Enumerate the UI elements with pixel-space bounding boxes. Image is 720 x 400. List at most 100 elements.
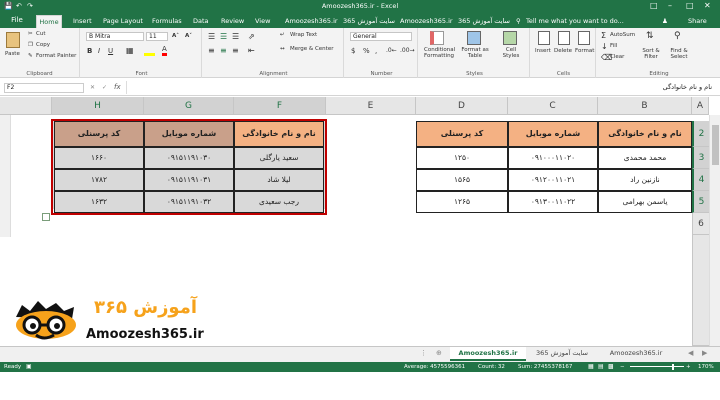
paste-icon[interactable]: [6, 32, 20, 48]
name-box[interactable]: F2: [4, 83, 84, 93]
right-cell-c3[interactable]: ۰۹۱۰۰۰۱۱۰۲۰: [508, 147, 598, 169]
comma-icon[interactable]: ,: [375, 47, 377, 55]
decrease-decimal-icon[interactable]: .00→: [400, 47, 415, 54]
tab-custom-3[interactable]: Amoozesh365.ir: [398, 15, 455, 28]
save-icon[interactable]: 💾: [4, 2, 13, 10]
tab-insert[interactable]: Insert: [71, 15, 94, 28]
right-cell-d3[interactable]: ۱۲۵۰: [416, 147, 508, 169]
bold-icon[interactable]: B: [87, 47, 92, 55]
conditional-formatting-button[interactable]: Conditional Formatting: [424, 47, 455, 59]
tab-scroll-left-icon[interactable]: ◀: [688, 349, 693, 357]
shrink-font-icon[interactable]: A˅: [185, 33, 192, 39]
normal-view-icon[interactable]: ▦: [588, 362, 594, 372]
align-middle-icon[interactable]: ☰: [220, 32, 227, 41]
underline-icon[interactable]: U: [108, 47, 113, 55]
sheet-scroll-icon[interactable]: ⋮: [420, 349, 427, 357]
fill-icon[interactable]: ↓: [601, 42, 608, 51]
row-header-6[interactable]: 6: [692, 213, 709, 235]
sheet-tab-1[interactable]: Amoozesh365.ir: [450, 347, 526, 361]
tab-file[interactable]: File: [4, 14, 30, 27]
format-painter-button[interactable]: Format Painter: [36, 53, 76, 59]
ribbon-display-icon[interactable]: □: [650, 1, 658, 10]
fill-color-icon[interactable]: [144, 48, 155, 56]
paste-button[interactable]: Paste: [5, 51, 20, 57]
increase-decimal-icon[interactable]: .0←: [386, 47, 397, 54]
row-header-2[interactable]: 2: [692, 121, 709, 147]
cell-styles-button[interactable]: Cell Styles: [500, 47, 522, 59]
right-cell-c4[interactable]: ۰۹۱۲۰۰۱۱۰۲۱: [508, 169, 598, 191]
font-size-select[interactable]: 11: [146, 32, 168, 41]
align-right-icon[interactable]: ≡: [232, 46, 239, 55]
wrap-text-icon[interactable]: ↵: [280, 32, 285, 38]
formula-enter-icon[interactable]: ✓: [102, 84, 107, 91]
share-button[interactable]: Share: [686, 15, 709, 28]
grow-font-icon[interactable]: A˄: [172, 33, 179, 39]
autosum-icon[interactable]: Σ: [601, 31, 606, 40]
wrap-text-button[interactable]: Wrap Text: [290, 32, 317, 38]
redo-icon[interactable]: ↷: [27, 2, 33, 10]
italic-icon[interactable]: I: [98, 47, 100, 55]
column-header-d[interactable]: D: [416, 97, 508, 115]
tab-home[interactable]: Home: [36, 15, 62, 28]
tell-me-icon[interactable]: ⚲: [514, 15, 523, 28]
tab-custom-2[interactable]: 365 سایت آموزش: [341, 15, 397, 28]
conditional-formatting-icon[interactable]: [430, 31, 444, 45]
maximize-icon[interactable]: □: [686, 1, 694, 10]
right-header-code[interactable]: کد پرسنلی: [416, 121, 508, 147]
right-header-mobile[interactable]: شماره موبایل: [508, 121, 598, 147]
row-header-3[interactable]: 3: [692, 147, 709, 169]
sheet-tab-2[interactable]: 365 سایت آموزش: [528, 347, 596, 361]
left-scroll-stub[interactable]: [0, 115, 11, 237]
orientation-icon[interactable]: ⇗: [248, 32, 255, 41]
column-header-f[interactable]: F: [234, 97, 326, 115]
copy-button[interactable]: Copy: [36, 42, 50, 48]
tell-me-box[interactable]: Tell me what you want to do...: [524, 15, 626, 28]
column-header-g[interactable]: G: [144, 97, 234, 115]
insert-cells-icon[interactable]: [538, 31, 550, 45]
tab-formulas[interactable]: Formulas: [150, 15, 184, 28]
sheet-tab-3[interactable]: Amoozesh365.ir: [598, 347, 674, 361]
fill-button[interactable]: Fill: [610, 43, 617, 49]
zoom-level[interactable]: 170%: [698, 362, 714, 372]
tab-page-layout[interactable]: Page Layout: [101, 15, 145, 28]
right-cell-c5[interactable]: ۰۹۱۳۰۰۱۱۰۲۲: [508, 191, 598, 213]
borders-icon[interactable]: ▦: [126, 46, 134, 55]
row-header-5[interactable]: 5: [692, 191, 709, 213]
zoom-slider[interactable]: [630, 366, 684, 367]
delete-button[interactable]: Delete: [554, 48, 572, 54]
format-cells-icon[interactable]: [578, 31, 590, 45]
page-layout-view-icon[interactable]: ▤: [598, 362, 604, 372]
column-header-e[interactable]: E: [326, 97, 416, 115]
cut-icon[interactable]: ✂: [28, 31, 33, 37]
scrollbar-thumb[interactable]: [712, 125, 719, 165]
font-color-icon[interactable]: A: [162, 46, 167, 56]
format-as-table-button[interactable]: Format as Table: [460, 47, 490, 59]
currency-icon[interactable]: $: [351, 47, 355, 55]
insert-function-icon[interactable]: fx: [114, 83, 121, 91]
right-cell-d4[interactable]: ۱۵۶۵: [416, 169, 508, 191]
tab-custom-4[interactable]: سایت آموزش 365: [456, 15, 512, 28]
align-bottom-icon[interactable]: ☰: [232, 32, 239, 41]
right-header-name[interactable]: نام و نام خانوادگی: [598, 121, 692, 147]
find-select-button[interactable]: Find & Select: [666, 48, 692, 60]
tab-review[interactable]: Review: [219, 15, 246, 28]
format-painter-icon[interactable]: ✎: [28, 53, 33, 59]
merge-center-button[interactable]: Merge & Center: [290, 46, 333, 52]
macro-record-icon[interactable]: ▣: [26, 362, 32, 372]
column-header-a[interactable]: A: [692, 97, 709, 115]
tab-view[interactable]: View: [253, 15, 272, 28]
delete-cells-icon[interactable]: [558, 31, 570, 45]
indent-icon[interactable]: ⇤: [248, 46, 255, 55]
right-cell-b3[interactable]: محمد محمدی: [598, 147, 692, 169]
formula-input[interactable]: نام و نام خانوادگی: [126, 81, 716, 94]
tab-scroll-right-icon[interactable]: ▶: [702, 349, 707, 357]
align-left-icon[interactable]: ≡: [208, 46, 215, 55]
copy-icon[interactable]: ❐: [28, 42, 33, 48]
autosum-button[interactable]: AutoSum: [610, 32, 635, 38]
format-button[interactable]: Format: [575, 48, 594, 54]
tab-custom-1[interactable]: Amoozesh365.ir: [283, 15, 340, 28]
number-format-select[interactable]: General: [350, 32, 412, 41]
sort-filter-icon[interactable]: ⇅: [646, 31, 654, 41]
formula-cancel-icon[interactable]: ✕: [90, 84, 95, 91]
find-select-icon[interactable]: ⚲: [674, 31, 681, 41]
